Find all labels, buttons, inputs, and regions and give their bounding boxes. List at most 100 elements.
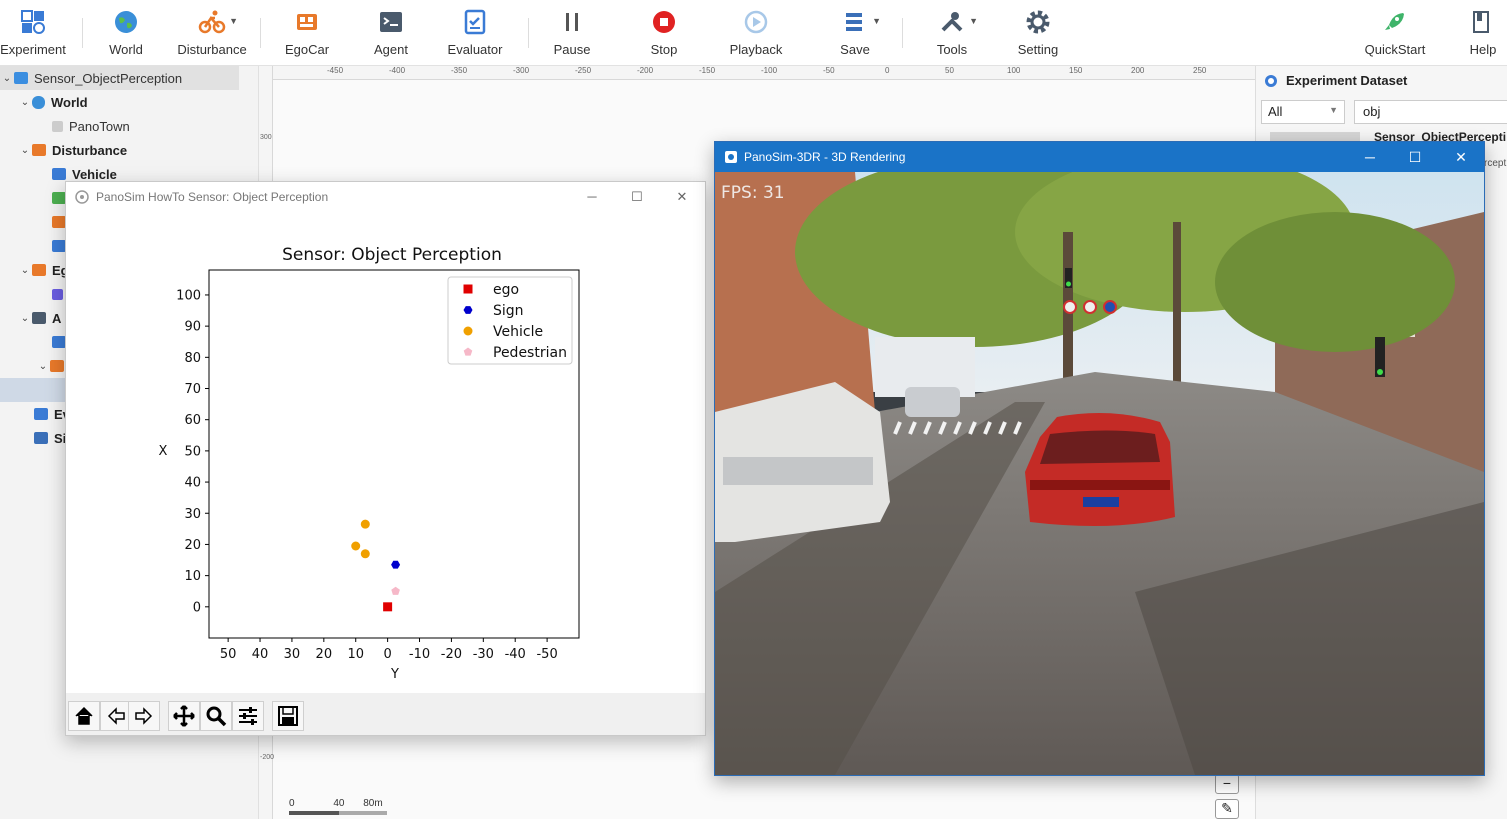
setting-button[interactable]: Setting bbox=[1016, 8, 1060, 62]
stop-icon bbox=[650, 8, 678, 36]
3d-scene-view[interactable]: FPS: 31 bbox=[715, 172, 1484, 775]
scatter-chart: Sensor: Object Perception 50 40 30 20 10 0 -10… bbox=[159, 245, 580, 682]
minimize-icon[interactable]: ─ bbox=[1347, 142, 1393, 172]
x-tick-label: 10 bbox=[347, 647, 364, 662]
toolbar-separator bbox=[528, 18, 529, 48]
y-tick-label: 40 bbox=[184, 476, 201, 491]
tree-item-world[interactable]: ⌄ World bbox=[0, 90, 239, 114]
main-toolbar: Experiment World ▼ Disturbance EgoCar Ag… bbox=[0, 0, 1507, 66]
y-tick-label: 60 bbox=[184, 413, 201, 428]
x-tick-label: -40 bbox=[505, 647, 526, 662]
quickstart-button[interactable]: QuickStart bbox=[1363, 8, 1427, 62]
ruler-tick: -200 bbox=[260, 754, 275, 761]
setting-label: Setting bbox=[1017, 42, 1059, 57]
chevron-down-icon: ⌄ bbox=[20, 144, 30, 156]
disturbance-label: Disturbance bbox=[177, 42, 247, 57]
ruler-tick: -200 bbox=[637, 66, 654, 75]
agent-terminal-icon bbox=[32, 312, 46, 324]
tree-item-panotown[interactable]: PanoTown bbox=[0, 114, 239, 138]
tree-item-label: PanoTown bbox=[69, 118, 130, 134]
window-title: PanoSim HowTo Sensor: Object Perception bbox=[96, 190, 329, 204]
tree-item-disturbance[interactable]: ⌄ Disturbance bbox=[0, 138, 239, 162]
y-tick-label: 80 bbox=[184, 351, 201, 366]
close-icon[interactable]: ✕ bbox=[1438, 142, 1484, 172]
y-tick-label: 30 bbox=[184, 507, 201, 522]
tools-button[interactable]: ▼ Tools bbox=[932, 8, 978, 62]
forward-arrow-icon[interactable] bbox=[128, 701, 160, 731]
home-icon[interactable] bbox=[68, 701, 100, 731]
globe-icon bbox=[112, 8, 140, 36]
agent-user-icon bbox=[52, 336, 66, 348]
playback-button[interactable]: Playback bbox=[728, 8, 784, 62]
tree-item-label: Disturbance bbox=[52, 142, 128, 158]
close-icon[interactable]: ✕ bbox=[659, 182, 705, 212]
pan-move-icon[interactable] bbox=[168, 701, 200, 731]
ruler-tick: -300 bbox=[513, 66, 530, 75]
fps-counter: FPS: 31 bbox=[721, 183, 785, 203]
tree-item-label: World bbox=[51, 94, 88, 110]
gear-icon bbox=[1024, 8, 1052, 36]
tree-item-label: Vehicle bbox=[72, 166, 117, 182]
evaluator-button[interactable]: Evaluator bbox=[446, 8, 504, 62]
y-tick-label: 90 bbox=[184, 320, 201, 335]
world-button[interactable]: World bbox=[104, 8, 148, 62]
evaluator-icon bbox=[461, 8, 489, 36]
save-button[interactable]: ▼ Save bbox=[836, 8, 881, 62]
search-input[interactable]: obj bbox=[1354, 100, 1507, 124]
y-tick-label: 70 bbox=[184, 382, 201, 397]
help-label: Help bbox=[1469, 42, 1497, 57]
x-tick-label: -30 bbox=[473, 647, 494, 662]
stop-button[interactable]: Stop bbox=[646, 8, 682, 62]
chart-title: Sensor: Object Perception bbox=[282, 245, 502, 265]
x-tick-label: 30 bbox=[284, 647, 301, 662]
maximize-icon[interactable]: ☐ bbox=[1392, 142, 1438, 172]
x-tick-label: 50 bbox=[220, 647, 237, 662]
stop-label: Stop bbox=[650, 42, 678, 57]
ruler-tick: 100 bbox=[1007, 66, 1021, 75]
save-label: Save bbox=[840, 42, 870, 57]
maximize-icon[interactable]: ☐ bbox=[614, 182, 660, 212]
chevron-down-icon: ▼ bbox=[872, 16, 881, 26]
panosim-icon bbox=[725, 151, 737, 163]
playback-label: Playback bbox=[729, 42, 783, 57]
car-icon bbox=[52, 168, 66, 180]
disturbance-button[interactable]: ▼ Disturbance bbox=[176, 8, 248, 62]
sign-icon bbox=[52, 240, 66, 252]
minimize-icon[interactable]: ─ bbox=[569, 182, 615, 212]
y-tick-label: 50 bbox=[184, 444, 201, 459]
agent-button[interactable]: Agent bbox=[371, 8, 411, 62]
chart-legend: ego Sign Vehicle Pedestrian bbox=[447, 276, 573, 365]
folder-icon bbox=[14, 72, 28, 84]
experiment-button[interactable]: Experiment bbox=[0, 8, 66, 62]
save-figure-icon[interactable] bbox=[272, 701, 304, 731]
traffic-light-green bbox=[1377, 369, 1383, 375]
egocar-button[interactable]: EgoCar bbox=[284, 8, 330, 62]
ruler-tick: -400 bbox=[389, 66, 406, 75]
chevron-down-icon: ⌄ bbox=[20, 264, 30, 276]
ruler-tick: 250 bbox=[1193, 66, 1207, 75]
pause-label: Pause bbox=[553, 42, 591, 57]
help-button[interactable]: Help bbox=[1466, 8, 1500, 62]
ruler-tick: 0 bbox=[885, 66, 890, 75]
save-list-icon: ▼ bbox=[841, 8, 881, 36]
y-axis-label: X bbox=[159, 444, 168, 459]
zoom-magnifier-icon[interactable] bbox=[200, 701, 232, 731]
scale-label: 40 bbox=[333, 798, 345, 809]
help-icon bbox=[1469, 8, 1497, 36]
tree-item-root[interactable]: ⌄ Sensor_ObjectPerception bbox=[0, 66, 239, 90]
pause-button[interactable]: Pause bbox=[552, 8, 592, 62]
ego-taillights bbox=[1030, 480, 1170, 490]
sim-grid-icon bbox=[34, 432, 48, 444]
point-vehicle bbox=[351, 541, 361, 551]
y-tick-label: 20 bbox=[184, 538, 201, 553]
evaluator-icon bbox=[34, 408, 48, 420]
scale-bar bbox=[289, 811, 387, 815]
ruler-measure-button[interactable]: ✎ bbox=[1215, 799, 1239, 819]
agent-terminal-icon bbox=[377, 8, 405, 36]
filter-select[interactable]: All ▼ bbox=[1261, 100, 1345, 124]
bike-icon bbox=[52, 216, 66, 228]
configure-sliders-icon[interactable] bbox=[232, 701, 264, 731]
ruler-top: 350 -450 -400 -350 -300 -250 -200 -150 -… bbox=[259, 66, 1255, 80]
rocket-icon bbox=[1381, 8, 1409, 36]
zoom-out-button[interactable]: − bbox=[1215, 774, 1239, 794]
